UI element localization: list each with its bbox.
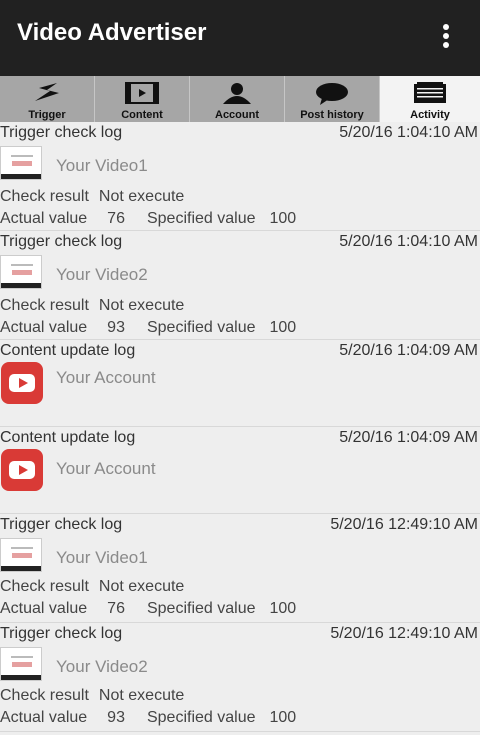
entry-type: Trigger check log [0,124,123,141]
youtube-icon [1,449,43,491]
entry-type: Trigger check log [0,625,123,642]
values-row: Actual value 76 Specified value 100 [0,600,296,618]
check-result-row: Check result Not execute [0,188,184,206]
check-result-value: Not execute [98,687,185,704]
notepad-icon [414,82,446,103]
specified-value: 100 [269,709,297,726]
check-result-label: Check result [0,687,89,704]
video-name: Your Video2 [56,657,148,676]
overflow-menu-icon[interactable] [436,24,456,52]
account-name: Your Account [56,459,156,478]
tab-label: Account [215,109,259,121]
entry-timestamp: 5/20/16 12:49:10 AM [330,625,478,642]
tab-bar: Trigger Content Account Post history Act… [0,76,480,122]
check-result-label: Check result [0,297,89,314]
check-result-value: Not execute [98,188,185,205]
video-name: Your Video2 [56,265,148,284]
video-thumbnail [0,146,42,180]
specified-value-label: Specified value [146,600,256,617]
film-icon [125,82,159,104]
entry-type: Content update log [0,342,136,359]
values-row: Actual value 76 Specified value 100 [0,210,296,228]
actual-value-label: Actual value [0,709,88,726]
entry-type: Trigger check log [0,233,123,250]
check-result-value: Not execute [98,297,185,314]
check-result-row: Check result Not execute [0,578,184,596]
activity-log-list[interactable]: Trigger check log 5/20/16 1:04:10 AM You… [0,122,480,735]
specified-value: 100 [269,210,297,227]
actual-value: 93 [107,319,125,336]
entry-timestamp: 5/20/16 1:04:10 AM [339,233,478,250]
entry-timestamp: 5/20/16 1:04:09 AM [339,342,478,359]
video-thumbnail [0,538,42,572]
tab-label: Content [121,109,163,121]
list-item[interactable]: Trigger check log 5/20/16 12:49:10 AM Yo… [0,623,480,732]
list-item[interactable]: Trigger check log 5/20/16 1:04:10 AM You… [0,231,480,340]
tab-activity[interactable]: Activity [380,76,480,122]
entry-timestamp: 5/20/16 1:04:10 AM [339,124,478,141]
specified-value-label: Specified value [146,319,256,336]
tab-trigger[interactable]: Trigger [0,76,95,122]
app-title: Video Advertiser [17,19,207,46]
actual-value-label: Actual value [0,600,88,617]
actual-value: 76 [107,600,125,617]
video-name: Your Video1 [56,548,148,567]
entry-timestamp: 5/20/16 12:49:10 AM [330,516,478,533]
entry-type: Content update log [0,429,136,446]
tab-label: Activity [410,109,450,121]
actual-value: 76 [107,210,125,227]
specified-value-label: Specified value [146,709,256,726]
check-result-row: Check result Not execute [0,687,184,705]
tab-post-history[interactable]: Post history [285,76,380,122]
values-row: Actual value 93 Specified value 100 [0,709,296,727]
video-thumbnail [0,647,42,681]
account-name: Your Account [56,368,156,387]
specified-value: 100 [269,319,297,336]
speech-bubble-icon [316,83,348,105]
specified-value: 100 [269,600,297,617]
youtube-icon [1,362,43,404]
list-item[interactable]: Content update log 5/20/16 1:04:09 AM Yo… [0,340,480,427]
check-result-value: Not execute [98,578,185,595]
lightning-icon [35,83,59,101]
entry-timestamp: 5/20/16 1:04:09 AM [339,429,478,446]
video-name: Your Video1 [56,156,148,175]
tab-account[interactable]: Account [190,76,285,122]
specified-value-label: Specified value [146,210,256,227]
check-result-label: Check result [0,578,89,595]
list-item[interactable]: Content update log 5/20/16 1:04:09 AM Yo… [0,427,480,514]
actual-value-label: Actual value [0,319,88,336]
actual-value: 93 [107,709,125,726]
entry-type: Trigger check log [0,516,123,533]
check-result-row: Check result Not execute [0,297,184,315]
list-item[interactable]: Trigger check log 5/20/16 1:04:10 AM You… [0,122,480,231]
person-icon [223,83,251,104]
tab-content[interactable]: Content [95,76,190,122]
video-thumbnail [0,255,42,289]
tab-label: Post history [300,109,364,121]
check-result-label: Check result [0,188,89,205]
list-item[interactable]: Trigger check log 5/20/16 12:49:10 AM Yo… [0,514,480,623]
tab-label: Trigger [28,109,66,121]
actual-value-label: Actual value [0,210,88,227]
app-bar: Video Advertiser [0,0,480,76]
values-row: Actual value 93 Specified value 100 [0,319,296,337]
